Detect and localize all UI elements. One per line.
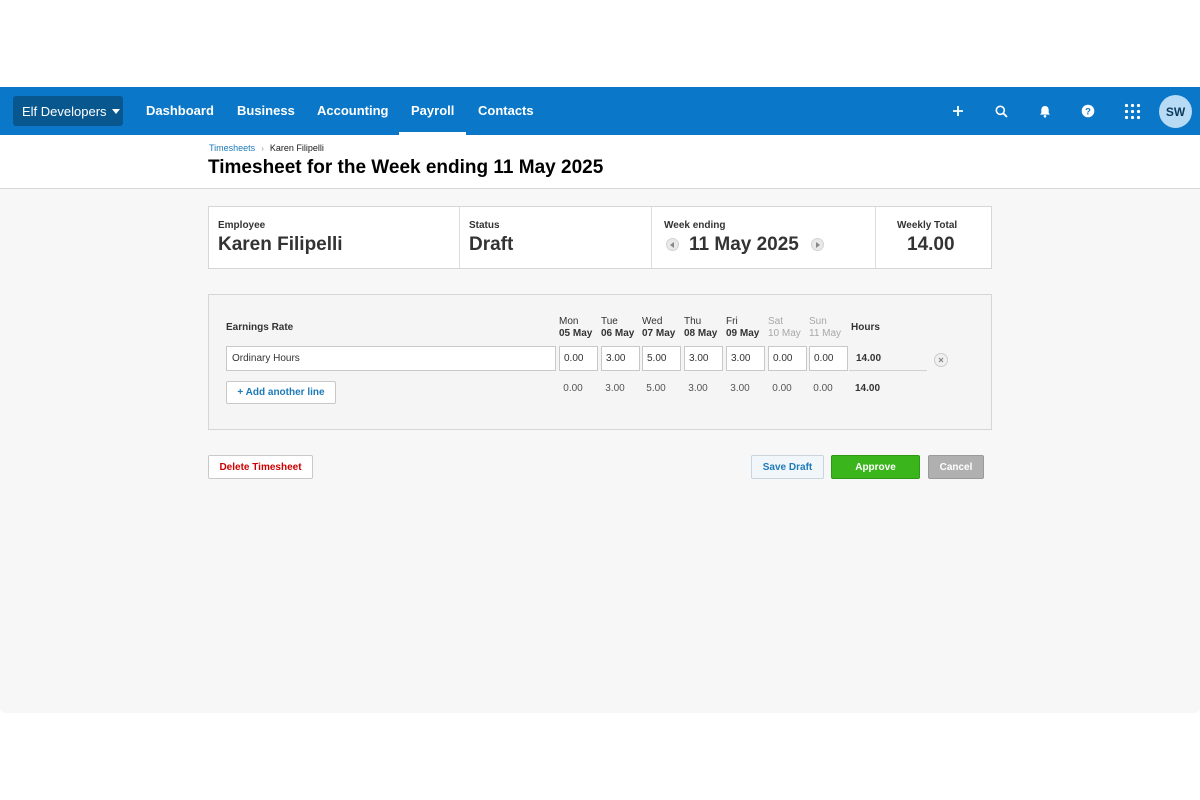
plus-icon[interactable] [946, 99, 970, 123]
hours-input-wed[interactable]: 5.00 [642, 346, 681, 371]
day-total-mon: 0.00 [563, 383, 583, 394]
earnings-rate-header: Earnings Rate [226, 322, 294, 333]
hours-input-tue[interactable]: 3.00 [601, 346, 640, 371]
weekly-total-cell: Weekly Total 14.00 [876, 207, 991, 268]
day-date: 11 May [809, 328, 842, 339]
remove-line-button[interactable] [934, 353, 948, 367]
day-date: 06 May [601, 328, 635, 339]
day-date: 09 May [726, 328, 760, 339]
timesheet-summary: Employee Karen Filipelli Status Draft We… [208, 206, 992, 269]
help-icon[interactable]: ? [1076, 99, 1100, 123]
day-date: 10 May [768, 328, 801, 339]
hours-header: Hours [851, 322, 880, 333]
delete-timesheet-button[interactable]: Delete Timesheet [208, 455, 313, 479]
grand-total-hours: 14.00 [855, 383, 881, 394]
cancel-button[interactable]: Cancel [928, 455, 984, 479]
user-avatar[interactable]: SW [1159, 95, 1192, 128]
column-header-fri: Fri 09 May [726, 316, 759, 340]
breadcrumb-current: Karen Filipelli [269, 143, 324, 153]
day-name: Sat [768, 316, 784, 327]
day-date: 05 May [559, 328, 593, 339]
employee-cell: Employee Karen Filipelli [209, 207, 460, 268]
week-ending-label: Week ending [664, 220, 726, 231]
top-navigation-bar: Elf Developers Dashboard Business Accoun… [0, 87, 1200, 135]
nav-dashboard[interactable]: Dashboard [146, 87, 214, 135]
timesheet-grid: Earnings Rate Mon 05 May Tue 06 May Wed 07 … [208, 294, 992, 430]
close-icon [938, 357, 944, 363]
row-hours-total: 14.00 [849, 346, 927, 371]
day-name: Sun [809, 316, 827, 327]
week-ending-value: 11 May 2025 [689, 234, 799, 255]
hours-input-fri[interactable]: 3.00 [726, 346, 765, 371]
bell-icon[interactable] [1033, 99, 1057, 123]
day-total-tue: 3.00 [605, 383, 625, 394]
column-header-sat: Sat 10 May [768, 316, 801, 340]
hours-input-sun[interactable]: 0.00 [809, 346, 848, 371]
weekly-total-value: 14.00 [907, 234, 955, 255]
previous-week-button[interactable] [666, 238, 679, 251]
chevron-right-icon: › [261, 143, 264, 153]
day-total-fri: 3.00 [730, 383, 750, 394]
day-total-sun: 0.00 [813, 383, 833, 394]
day-name: Thu [684, 316, 702, 327]
breadcrumb-timesheets-link[interactable]: Timesheets [209, 143, 255, 153]
breadcrumb: Timesheets › Karen Filipelli [209, 143, 324, 153]
app-window: Elf Developers Dashboard Business Accoun… [0, 87, 1200, 713]
column-header-tue: Tue 06 May [601, 316, 634, 340]
day-date: 07 May [642, 328, 676, 339]
save-draft-button[interactable]: Save Draft [751, 455, 824, 479]
nav-contacts[interactable]: Contacts [478, 87, 534, 135]
page-title: Timesheet for the Week ending 11 May 202… [208, 157, 604, 178]
hours-input-thu[interactable]: 3.00 [684, 346, 723, 371]
day-total-sat: 0.00 [772, 383, 792, 394]
organisation-name: Elf Developers [22, 103, 107, 119]
nav-accounting[interactable]: Accounting [317, 87, 389, 135]
day-name: Wed [642, 316, 663, 327]
day-name: Mon [559, 316, 579, 327]
apps-grid-icon[interactable] [1120, 99, 1144, 123]
employee-name: Karen Filipelli [218, 234, 343, 255]
weekly-total-label: Weekly Total [897, 220, 958, 231]
column-header-mon: Mon 05 May [559, 316, 592, 340]
organisation-switcher[interactable]: Elf Developers [13, 96, 123, 126]
add-another-line-button[interactable]: + Add another line [226, 381, 336, 404]
hours-input-sat[interactable]: 0.00 [768, 346, 807, 371]
column-header-thu: Thu 08 May [684, 316, 717, 340]
page-header: Timesheets › Karen Filipelli Timesheet f… [0, 135, 1200, 189]
approve-button[interactable]: Approve [831, 455, 920, 479]
nav-payroll[interactable]: Payroll [398, 87, 467, 135]
column-header-sun: Sun 11 May [809, 316, 841, 340]
hours-input-mon[interactable]: 0.00 [559, 346, 598, 371]
week-ending-cell: Week ending 11 May 2025 [652, 207, 876, 268]
day-total-thu: 3.00 [688, 383, 708, 394]
svg-text:?: ? [1085, 106, 1091, 117]
status-label: Status [469, 220, 500, 231]
next-week-button[interactable] [811, 238, 824, 251]
employee-label: Employee [218, 220, 266, 231]
day-total-wed: 5.00 [646, 383, 666, 394]
status-value: Draft [469, 234, 514, 255]
chevron-down-icon [111, 108, 120, 114]
column-header-wed: Wed 07 May [642, 316, 675, 340]
day-name: Fri [726, 316, 738, 327]
search-icon[interactable] [989, 99, 1013, 123]
day-date: 08 May [684, 328, 718, 339]
earnings-rate-input[interactable]: Ordinary Hours [226, 346, 556, 371]
day-name: Tue [601, 316, 618, 327]
nav-business[interactable]: Business [237, 87, 295, 135]
status-cell: Status Draft [460, 207, 652, 268]
